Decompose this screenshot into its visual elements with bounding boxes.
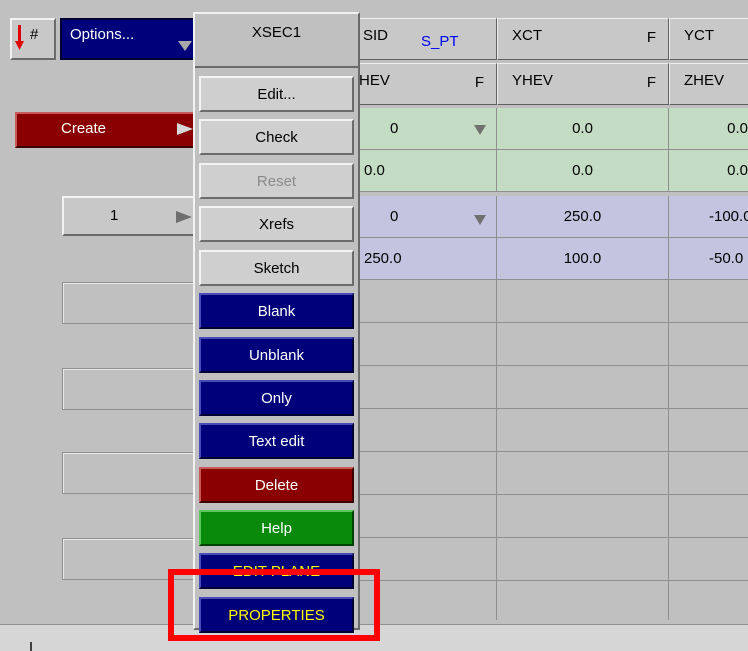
menu-item-delete[interactable]: Delete bbox=[199, 467, 354, 503]
table-cell[interactable]: 250.0 bbox=[358, 238, 497, 280]
cell-value: 100.0 bbox=[563, 250, 602, 267]
menu-item-label: Sketch bbox=[253, 259, 300, 277]
header-zhev[interactable]: ZHEV bbox=[669, 63, 748, 105]
header-xct-label: XCT bbox=[512, 27, 542, 44]
table-cell[interactable]: 0 bbox=[358, 108, 497, 150]
menu-item-label: Reset bbox=[256, 172, 297, 190]
chevron-down-icon bbox=[474, 214, 486, 231]
status-tick bbox=[30, 642, 32, 651]
table-empty-rows bbox=[358, 280, 748, 620]
table-cell[interactable]: 0.0 bbox=[358, 150, 497, 192]
table-cell[interactable]: 0 bbox=[358, 196, 497, 238]
header-yhev-label: YHEV bbox=[512, 72, 553, 89]
menu-item-help[interactable]: Help bbox=[199, 510, 354, 546]
header-xct[interactable]: XCT F bbox=[497, 18, 669, 60]
header-yct[interactable]: YCT bbox=[669, 18, 748, 60]
options-label: Options... bbox=[70, 26, 135, 43]
cell-value: 0 bbox=[390, 120, 399, 137]
header-xct-flag: F bbox=[646, 29, 656, 46]
table-cell[interactable]: 250.0 bbox=[497, 196, 669, 238]
menu-item-xrefs[interactable]: Xrefs bbox=[199, 206, 354, 242]
context-menu-title: XSEC1 bbox=[251, 24, 302, 41]
cell-value: 0.0 bbox=[727, 162, 748, 179]
cell-value: 0.0 bbox=[727, 120, 748, 137]
header-xhev[interactable]: XHEV F bbox=[349, 63, 497, 105]
create-button[interactable]: Create bbox=[15, 112, 197, 148]
menu-item-label: Check bbox=[255, 128, 298, 146]
sort-arrow-icon bbox=[15, 25, 24, 50]
menu-item-label: Unblank bbox=[248, 346, 305, 364]
empty-slot[interactable] bbox=[62, 452, 197, 494]
chevron-down-icon bbox=[178, 40, 192, 57]
menu-item-label: Only bbox=[261, 389, 292, 407]
table-cell[interactable]: -50.0 bbox=[669, 238, 748, 280]
highlight-box bbox=[168, 569, 380, 641]
header-sid-badge: S_PT bbox=[421, 33, 459, 50]
index-button[interactable]: 1 bbox=[62, 196, 197, 236]
header-xhev-flag: F bbox=[474, 74, 484, 91]
hash-label: # bbox=[30, 26, 39, 43]
menu-item-label: Help bbox=[261, 519, 292, 537]
menu-item-check[interactable]: Check bbox=[199, 119, 354, 155]
header-zhev-label: ZHEV bbox=[684, 72, 725, 89]
cell-value: 0.0 bbox=[572, 162, 593, 179]
chevron-down-icon bbox=[474, 124, 486, 141]
context-menu: XSEC1 Edit... Check Reset Xrefs Sketch Blank U… bbox=[193, 12, 360, 633]
menu-item-only[interactable]: Only bbox=[199, 380, 354, 416]
cell-value: 0.0 bbox=[572, 120, 593, 137]
empty-slot[interactable] bbox=[62, 282, 197, 324]
flag-arrow-icon bbox=[177, 123, 193, 141]
menu-item-label: Delete bbox=[254, 476, 299, 494]
table-cell[interactable]: 0.0 bbox=[497, 108, 669, 150]
sort-toggle-button[interactable]: # bbox=[10, 18, 56, 60]
header-yct-label: YCT bbox=[684, 27, 714, 44]
header-yhev-flag: F bbox=[646, 74, 656, 91]
cell-value: 0 bbox=[390, 208, 399, 225]
header-sid[interactable]: SID S_PT bbox=[358, 18, 497, 60]
cell-value: 250.0 bbox=[364, 250, 402, 267]
cell-value: 250.0 bbox=[563, 208, 602, 225]
menu-item-label: Blank bbox=[257, 302, 296, 320]
menu-item-label: Xrefs bbox=[258, 215, 294, 233]
empty-slot[interactable] bbox=[62, 368, 197, 410]
table-cell[interactable]: -100.0 bbox=[669, 196, 748, 238]
menu-item-text-edit[interactable]: Text edit bbox=[199, 423, 354, 459]
menu-item-label: Text edit bbox=[248, 432, 305, 450]
cell-value: 0.0 bbox=[364, 162, 385, 179]
table-cell[interactable]: 0.0 bbox=[669, 150, 748, 192]
cell-value: -50.0 bbox=[709, 250, 744, 267]
flag-arrow-icon bbox=[176, 211, 192, 229]
create-label: Create bbox=[61, 120, 107, 137]
table-cell[interactable]: 0.0 bbox=[497, 150, 669, 192]
index-label: 1 bbox=[110, 207, 119, 224]
options-button[interactable]: Options... bbox=[60, 18, 196, 60]
menu-item-sketch[interactable]: Sketch bbox=[199, 250, 354, 286]
menu-item-blank[interactable]: Blank bbox=[199, 293, 354, 329]
header-sid-label: SID bbox=[363, 27, 389, 44]
header-yhev[interactable]: YHEV F bbox=[497, 63, 669, 105]
table-cell[interactable]: 100.0 bbox=[497, 238, 669, 280]
menu-item-edit[interactable]: Edit... bbox=[199, 76, 354, 112]
table-cell[interactable]: 0.0 bbox=[669, 108, 748, 150]
cell-value: -100.0 bbox=[709, 208, 748, 225]
menu-item-unblank[interactable]: Unblank bbox=[199, 337, 354, 373]
context-menu-list: Edit... Check Reset Xrefs Sketch Blank Unblank… bbox=[199, 76, 354, 633]
menu-item-reset[interactable]: Reset bbox=[199, 163, 354, 199]
menu-item-label: Edit... bbox=[257, 85, 296, 103]
